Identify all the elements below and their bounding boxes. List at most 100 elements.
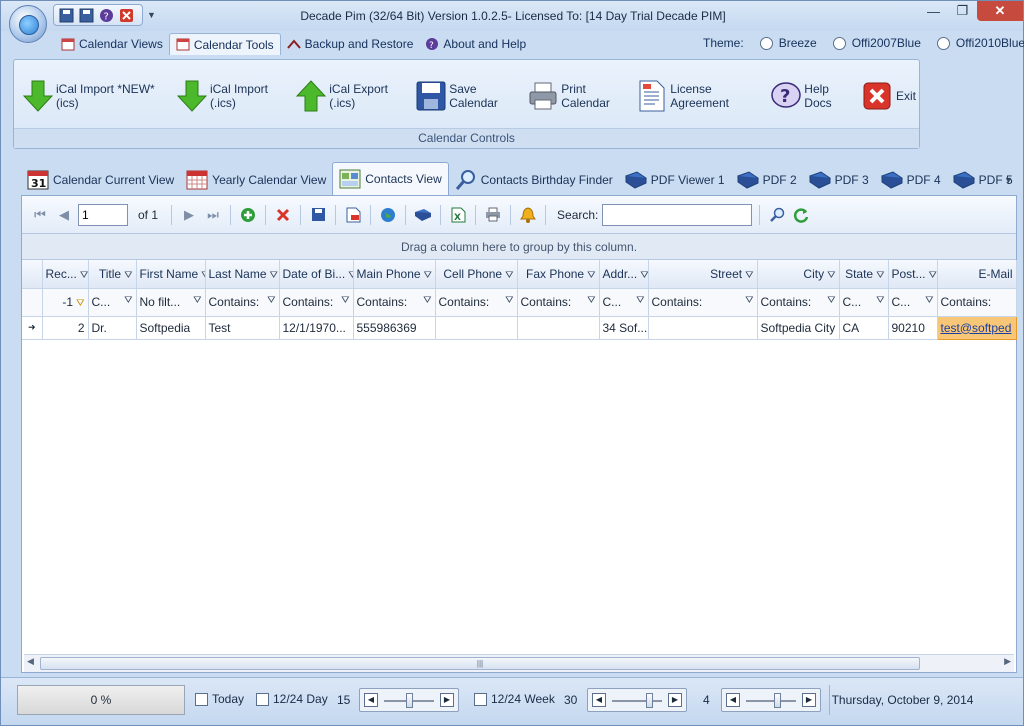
slider-knob[interactable] [774,693,781,708]
theme-radio-breeze[interactable] [759,36,773,50]
slider-left-icon[interactable]: ◀ [726,693,740,707]
help-docs-button[interactable]: ? Help Docs [768,76,858,116]
filter-cell[interactable]: Contains: ⛛ [517,288,600,317]
day-interval-slider[interactable]: ◀ ▶ [359,688,459,712]
scroll-left-icon[interactable]: ◀ [27,656,34,667]
slider-right-icon[interactable]: ▶ [802,693,816,707]
horizontal-scrollbar[interactable]: ◀ ||| ▶ [24,654,1014,672]
first-record-icon[interactable]: ⏮ [30,205,50,225]
print-icon[interactable] [483,205,503,225]
tab-calendar-views[interactable]: Calendar Views [55,33,169,55]
filter-cell[interactable]: Contains: ⛛ [757,288,840,317]
filter-cell[interactable]: Contains: ⛛ [435,288,518,317]
add-record-icon[interactable] [238,205,258,225]
filter-cell[interactable]: C... ⛛ [839,288,889,317]
filter-cell[interactable]: Contains: ⛛ [648,288,758,317]
tab-calendar-current-view[interactable]: 31 Calendar Current View [21,165,180,195]
ical-import-button[interactable]: iCal Import (.ics) [174,76,293,116]
column-header[interactable]: Post... ⛛ [888,260,938,289]
filter-cell[interactable]: Contains: ⛛ [205,288,280,317]
refresh-icon[interactable] [791,205,811,225]
scroll-thumb[interactable]: ||| [40,657,920,670]
export-excel-icon[interactable]: X [448,205,468,225]
slider-left-icon[interactable]: ◀ [592,693,606,707]
filter-cell[interactable]: C... ⛛ [599,288,649,317]
day-12-24-checkbox[interactable]: 12/24 Day [256,692,328,706]
tab-pdf-2[interactable]: PDF 2 [731,165,803,195]
bell-icon[interactable] [518,205,538,225]
week-12-24-checkbox[interactable]: 12/24 Week [474,692,555,706]
column-header[interactable]: Rec... ⛛ [42,260,89,289]
email-link-cell[interactable]: test@softped [936,315,1017,340]
ical-export-button[interactable]: iCal Export (.ics) [293,76,413,116]
prev-record-icon[interactable]: ◀ [54,205,74,225]
theme-radio-office2007[interactable] [832,36,846,50]
theme-radio-office2010[interactable] [936,36,950,50]
globe-icon[interactable] [378,205,398,225]
column-header[interactable]: Fax Phone ⛛ [517,260,600,289]
tab-backup-restore[interactable]: Backup and Restore [281,33,420,55]
search-input[interactable] [602,203,753,226]
book-icon[interactable] [413,205,433,225]
tab-about-help[interactable]: ? About and Help [419,33,532,55]
qat-dropdown-icon[interactable]: ▼ [147,10,156,20]
group-by-panel[interactable]: Drag a column here to group by this colu… [22,234,1016,260]
delete-record-icon[interactable] [273,205,293,225]
column-header[interactable]: Main Phone ⛛ [353,260,436,289]
save-record-icon[interactable] [308,205,328,225]
slider-knob[interactable] [406,693,413,708]
slider-right-icon[interactable]: ▶ [440,693,454,707]
column-header[interactable]: E-Mail [937,260,1017,289]
print-calendar-button[interactable]: Print Calendar [525,76,635,116]
close-icon[interactable] [117,7,135,23]
close-window-button[interactable]: ✕ [977,1,1023,21]
tab-pdf-viewer-1[interactable]: PDF Viewer 1 [619,165,731,195]
filter-cell[interactable]: Contains: [937,288,1017,317]
column-header[interactable]: Addr... ⛛ [599,260,649,289]
table-row[interactable]: ➜ 2 Dr. Softpedia Test 12/1/1970... 5559… [22,315,1017,340]
next-record-icon[interactable]: ▶ [179,205,199,225]
filter-cell[interactable]: No filt... ⛛ [136,288,206,317]
column-header[interactable]: City ⛛ [757,260,840,289]
column-header[interactable]: Date of Bi...⛛ [279,260,354,289]
filter-cell[interactable]: Contains: ⛛ [353,288,436,317]
save-all-icon[interactable] [77,7,95,23]
export-pdf-icon[interactable] [343,205,363,225]
last-record-icon[interactable]: ⏭ [203,205,223,225]
column-header[interactable]: State ⛛ [839,260,889,289]
help-icon[interactable]: ? [97,7,115,23]
tab-pdf-4[interactable]: PDF 4 [875,165,947,195]
slider-right-icon[interactable]: ▶ [668,693,682,707]
tabs-overflow-dropdown-icon[interactable]: ▼ [1004,175,1013,185]
third-interval-slider[interactable]: ◀ ▶ [721,688,821,712]
maximize-button[interactable]: ❐ [948,1,977,21]
minimize-button[interactable]: — [919,1,948,21]
column-header[interactable]: Title ⛛ [88,260,137,289]
filter-cell[interactable]: -1 ⛛ [42,288,89,317]
search-icon[interactable] [767,205,787,225]
ical-import-new-button[interactable]: iCal Import *NEW* (ics) [20,76,174,116]
today-checkbox[interactable]: Today [195,692,244,706]
scroll-right-icon[interactable]: ▶ [1004,656,1011,667]
week-interval-slider[interactable]: ◀ ▶ [587,688,687,712]
column-header[interactable]: Cell Phone ⛛ [435,260,518,289]
slider-knob[interactable] [646,693,653,708]
column-header[interactable]: First Name⛛ [136,260,206,289]
save-calendar-button[interactable]: Save Calendar [413,76,525,116]
app-orb-button[interactable] [9,5,47,43]
exit-button[interactable]: Exit [858,76,919,116]
filter-cell[interactable]: Contains: ⛛ [279,288,354,317]
slider-left-icon[interactable]: ◀ [364,693,378,707]
page-number-input[interactable] [78,203,128,226]
column-header[interactable]: Street ⛛ [648,260,758,289]
tab-contacts-view[interactable]: Contacts View [332,162,449,195]
tab-yearly-calendar-view[interactable]: Yearly Calendar View [180,165,332,195]
save-icon[interactable] [57,7,75,23]
tab-contacts-birthday-finder[interactable]: Contacts Birthday Finder [449,165,619,195]
column-header[interactable]: Last Name ⛛ [205,260,280,289]
tab-calendar-tools[interactable]: Calendar Tools [168,33,281,55]
filter-cell[interactable]: C... ⛛ [88,288,137,317]
tab-pdf-3[interactable]: PDF 3 [803,165,875,195]
license-agreement-button[interactable]: License Agreement [635,76,769,116]
filter-cell[interactable]: C... ⛛ [888,288,938,317]
